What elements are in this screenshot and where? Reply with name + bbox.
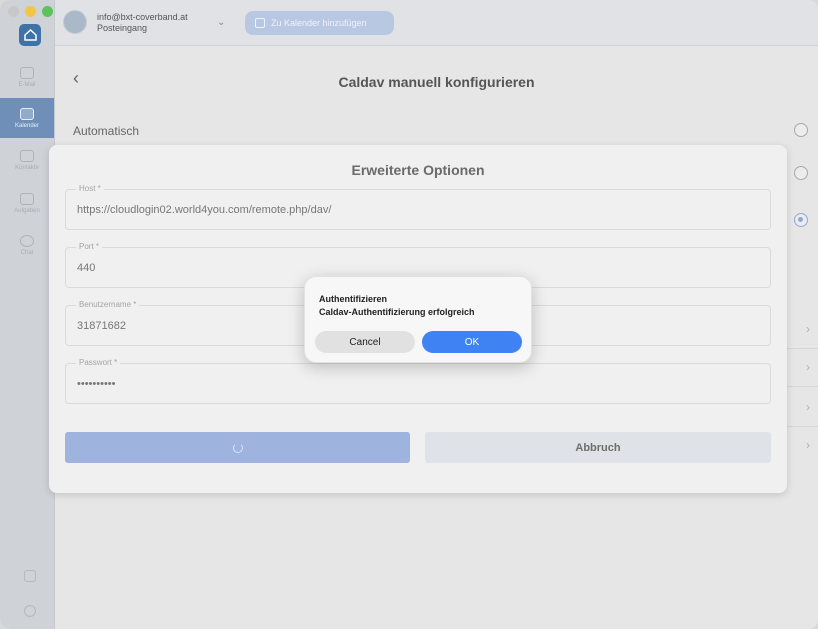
calendar-icon — [20, 107, 34, 120]
chat-icon — [20, 234, 34, 247]
alert-ok-button[interactable]: OK — [422, 331, 522, 353]
mail-icon — [20, 66, 34, 79]
sidebar-item-contacts[interactable]: Kontakte — [0, 140, 54, 180]
page-title: Caldav manuell konfigurieren — [338, 74, 535, 90]
sidebar-item-chat[interactable]: Chat — [0, 225, 54, 265]
alert-message: Caldav-Authentifizierung erfolgreich — [319, 307, 475, 317]
authentication-alert: Authentifizieren Caldav-Authentifizierun… — [304, 276, 532, 363]
chevron-right-icon[interactable]: › — [806, 322, 810, 336]
sidebar-item-label: Kalender — [14, 122, 40, 129]
top-bar: info@bxt-coverband.at Posteingang ⌄ Zu K… — [55, 0, 818, 46]
radio-automatic[interactable] — [794, 123, 808, 137]
automatic-option-label: Automatisch — [73, 124, 140, 138]
tasks-icon — [20, 192, 34, 205]
password-value: •••••••••• — [77, 378, 116, 390]
dialog-title: Erweiterte Optionen — [351, 162, 485, 178]
app-window: E-Mail Kalender Kontakte Aufgaben Chat i… — [0, 0, 818, 629]
alert-title: Authentifizieren — [319, 294, 388, 304]
sidebar: E-Mail Kalender Kontakte Aufgaben Chat — [0, 0, 55, 629]
divider — [785, 386, 818, 387]
sidebar-item-email[interactable]: E-Mail — [0, 57, 54, 97]
avatar[interactable] — [63, 10, 87, 34]
divider — [785, 348, 818, 349]
sidebar-item-calendar[interactable]: Kalender — [0, 98, 54, 138]
alert-cancel-button[interactable]: Cancel — [315, 331, 415, 353]
contacts-icon — [20, 149, 34, 162]
chevron-right-icon[interactable]: › — [806, 438, 810, 452]
sidebar-item-tasks[interactable]: Aufgaben — [0, 183, 54, 223]
loading-spinner-icon — [232, 442, 243, 453]
username-label: Benutzername * — [76, 300, 140, 309]
save-button[interactable] — [65, 432, 410, 463]
port-label: Port * — [76, 242, 103, 251]
add-to-calendar-label: Zu Kalender hinzufügen — [271, 18, 367, 28]
divider — [785, 426, 818, 427]
close-window-button[interactable] — [8, 6, 19, 17]
like-icon[interactable] — [24, 570, 36, 582]
maximize-window-button[interactable] — [42, 6, 53, 17]
calendar-icon — [255, 18, 265, 28]
chevron-down-icon[interactable]: ⌄ — [217, 17, 225, 28]
sidebar-item-label: E-Mail — [18, 81, 36, 88]
host-value: https://cloudlogin02.world4you.com/remot… — [77, 204, 332, 216]
radio-manual[interactable] — [794, 213, 808, 227]
sidebar-item-label: Aufgaben — [14, 207, 40, 214]
add-to-calendar-button[interactable]: Zu Kalender hinzufügen — [245, 11, 394, 35]
account-email: info@bxt-coverband.at — [97, 12, 188, 22]
password-field[interactable]: Passwort * •••••••••• — [65, 358, 771, 404]
sidebar-item-label: Chat — [20, 249, 34, 256]
home-button[interactable] — [19, 24, 41, 46]
account-folder: Posteingang — [97, 23, 148, 33]
chevron-right-icon[interactable]: › — [806, 360, 810, 374]
username-value: 31871682 — [77, 320, 126, 332]
window-controls — [8, 6, 53, 17]
host-field[interactable]: Host * https://cloudlogin02.world4you.co… — [65, 184, 771, 230]
home-icon — [23, 29, 37, 41]
password-label: Passwort * — [76, 358, 121, 367]
minimize-window-button[interactable] — [25, 6, 36, 17]
add-icon[interactable] — [24, 605, 36, 617]
chevron-right-icon[interactable]: › — [806, 400, 810, 414]
port-value: 440 — [77, 262, 96, 274]
radio-option-2[interactable] — [794, 166, 808, 180]
sidebar-item-label: Kontakte — [15, 164, 39, 171]
host-label: Host * — [76, 184, 104, 193]
cancel-button[interactable]: Abbruch — [425, 432, 771, 463]
account-switcher[interactable]: info@bxt-coverband.at Posteingang — [97, 12, 188, 34]
